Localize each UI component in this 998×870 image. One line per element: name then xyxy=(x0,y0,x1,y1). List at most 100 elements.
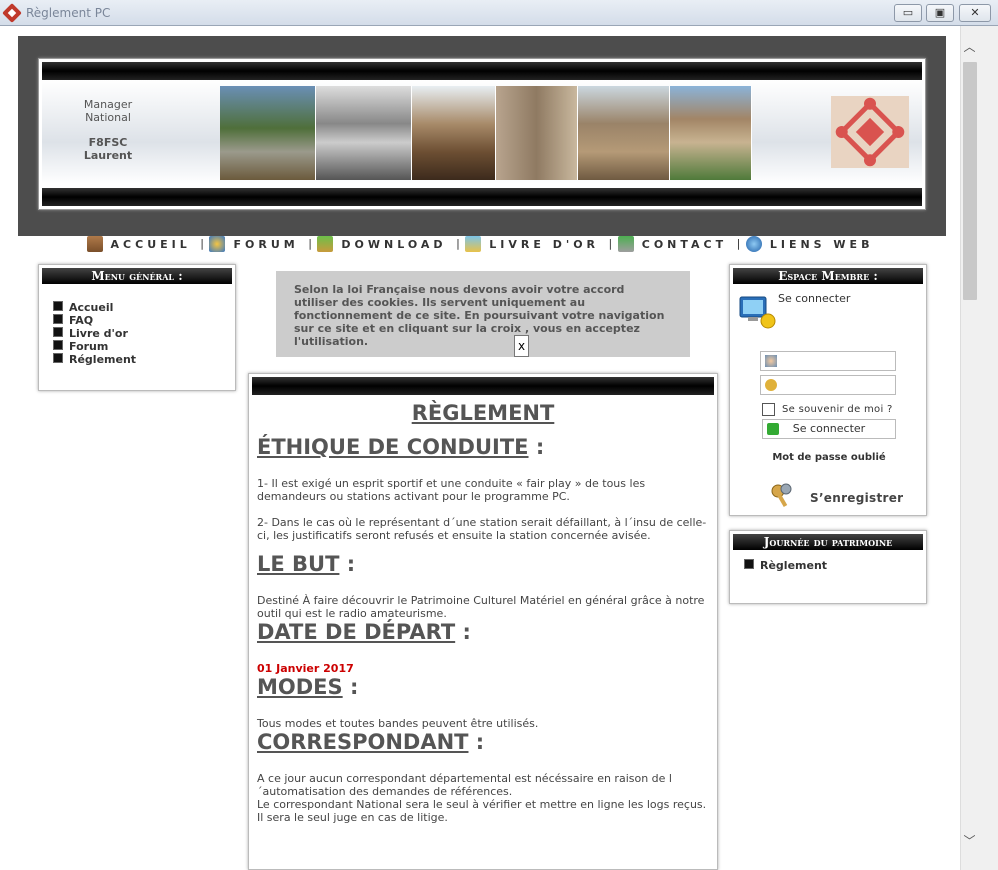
page-viewport: Manager National F8FSC Laurent ACCUEIL |… xyxy=(0,26,960,870)
menu-item-faq[interactable]: FAQ xyxy=(53,314,235,327)
scrollbar-thumb[interactable] xyxy=(963,62,977,300)
manager-name: Laurent xyxy=(83,149,133,162)
correspondant-title: CORRESPONDANT xyxy=(257,730,469,754)
photo-chateau xyxy=(316,86,412,180)
site-logo xyxy=(831,96,909,168)
window-titlebar: Règlement PC ▭ ▣ ✕ xyxy=(0,0,998,26)
window-title: Règlement PC xyxy=(26,6,111,20)
key-icon xyxy=(765,379,777,391)
left-menu-title: Menu général : xyxy=(42,268,232,284)
photo-tower xyxy=(496,86,578,180)
manager-line1: Manager xyxy=(83,98,133,111)
manager-line2: National xyxy=(85,111,131,124)
minimize-button[interactable]: ▭ xyxy=(894,4,922,22)
globe-icon xyxy=(745,236,762,252)
main-nav: ACCUEIL | FORUM | DOWNLOAD | LIVRE D'OR … xyxy=(18,236,946,264)
login-icon xyxy=(767,423,779,435)
nav-livre-label[interactable]: LIVRE D'OR xyxy=(489,238,599,251)
date-title: DATE DE DÉPART xyxy=(257,620,456,644)
section-date-heading: DATE DE DÉPART : xyxy=(257,620,709,644)
menu-item-reglement[interactable]: Réglement xyxy=(53,353,235,366)
nav-contact-label[interactable]: CONTACT xyxy=(642,238,727,251)
login-computer-icon xyxy=(739,296,776,329)
page-title: RÈGLEMENT xyxy=(411,401,555,425)
nav-item-livre-dor[interactable]: LIVRE D'OR xyxy=(465,236,606,252)
nav-item-forum[interactable]: FORUM xyxy=(209,236,306,252)
photo-clocher xyxy=(670,86,752,180)
scroll-down-arrow-icon[interactable]: ﹀ xyxy=(961,832,978,852)
users-icon xyxy=(209,236,226,252)
register-link[interactable]: S’enregistrer xyxy=(810,491,903,505)
download-icon xyxy=(317,236,334,252)
manager-label: Manager National xyxy=(80,98,136,124)
cookie-notice: Selon la loi Française nous devons avoir… xyxy=(276,271,690,357)
photo-halle xyxy=(412,86,496,180)
header-banner: Manager National F8FSC Laurent xyxy=(42,80,922,184)
register-keys-icon xyxy=(771,483,792,508)
section-correspondant-heading: CORRESPONDANT : xyxy=(257,730,709,754)
close-button[interactable]: ✕ xyxy=(959,4,991,22)
nav-forum-label[interactable]: FORUM xyxy=(233,238,298,251)
nav-item-contact[interactable]: CONTACT xyxy=(617,236,735,252)
nav-accueil-label[interactable]: ACCUEIL xyxy=(111,238,191,251)
member-title: Espace Membre : xyxy=(733,268,923,284)
correspondant-paragraph-2: Le correspondant National sera le seul à… xyxy=(257,798,707,811)
nav-liens-label[interactable]: LIENS WEB xyxy=(770,238,874,251)
patrimoine-panel: Journée du patrimoine Règlement xyxy=(729,530,927,604)
cookie-close-button[interactable]: x xyxy=(514,335,529,357)
header-top-bar xyxy=(42,62,922,80)
modes-colon: : xyxy=(349,675,359,699)
callsign: F8FSC xyxy=(88,136,128,149)
left-menu-list: Accueil FAQ Livre d'or Forum Réglement xyxy=(39,287,235,366)
ethique-colon: : xyxy=(535,435,545,459)
start-date: 01 Janvier 2017 xyxy=(257,662,354,675)
guestbook-icon xyxy=(465,236,482,252)
but-colon: : xyxy=(346,552,356,576)
header-photo-strip xyxy=(220,86,752,180)
section-modes-heading: MODES : xyxy=(257,675,709,699)
modes-title: MODES xyxy=(257,675,343,699)
forgot-password-link[interactable]: Mot de passe oublié xyxy=(730,452,928,463)
login-button[interactable]: Se connecter xyxy=(762,419,896,439)
app-icon xyxy=(2,3,22,23)
menu-item-livre-dor[interactable]: Livre d'or xyxy=(53,327,235,340)
content-top-bar xyxy=(252,377,714,395)
member-panel: Espace Membre : Se connecter Se souvenir… xyxy=(729,264,927,516)
login-prompt: Se connecter xyxy=(778,292,851,305)
photo-dolmen xyxy=(220,86,316,180)
vertical-scrollbar[interactable]: ︿ ﹀ xyxy=(960,26,998,870)
correspondant-paragraph-3: Il sera le seul juge en cas de litige. xyxy=(257,811,448,824)
ethique-paragraph-2: 2- Dans le cas où le représentant d´une … xyxy=(257,516,707,542)
site-header: Manager National F8FSC Laurent xyxy=(38,58,926,210)
patrimoine-list: Règlement xyxy=(730,553,926,572)
nav-item-accueil[interactable]: ACCUEIL xyxy=(86,236,199,252)
left-menu-panel: Menu général : Accueil FAQ Livre d'or Fo… xyxy=(38,264,236,391)
but-paragraph: Destiné À faire découvrir le Patrimoine … xyxy=(257,594,705,620)
patrimoine-title: Journée du patrimoine xyxy=(733,534,923,550)
nav-item-liens-web[interactable]: LIENS WEB xyxy=(745,236,878,252)
photo-lavoir xyxy=(578,86,670,180)
home-icon xyxy=(86,236,103,252)
nav-download-label[interactable]: DOWNLOAD xyxy=(341,238,446,251)
user-icon xyxy=(765,355,777,367)
password-field[interactable] xyxy=(760,375,896,395)
patrimoine-item-reglement[interactable]: Règlement xyxy=(744,559,926,572)
main-content: RÈGLEMENT ÉTHIQUE DE CONDUITE : 1- Il es… xyxy=(248,373,718,870)
correspondant-paragraph-1: A ce jour aucun correspondant départemen… xyxy=(257,772,672,798)
ethique-paragraph-1: 1- Il est exigé un esprit sportif et une… xyxy=(257,477,646,503)
maximize-button[interactable]: ▣ xyxy=(926,4,954,22)
menu-item-forum[interactable]: Forum xyxy=(53,340,235,353)
username-field[interactable] xyxy=(760,351,896,371)
callsign-block: F8FSC Laurent xyxy=(80,136,136,162)
menu-item-accueil[interactable]: Accueil xyxy=(53,301,235,314)
remember-me-checkbox[interactable] xyxy=(762,403,775,416)
ethique-title: ÉTHIQUE DE CONDUITE xyxy=(257,435,529,459)
section-but-heading: LE BUT : xyxy=(257,552,709,576)
mail-icon xyxy=(617,236,634,252)
correspondant-colon: : xyxy=(475,730,485,754)
scroll-up-arrow-icon[interactable]: ︿ xyxy=(961,38,978,58)
remember-me-label: Se souvenir de moi ? xyxy=(782,404,893,415)
modes-paragraph: Tous modes et toutes bandes peuvent être… xyxy=(257,717,539,730)
login-button-label: Se connecter xyxy=(792,422,866,435)
nav-item-download[interactable]: DOWNLOAD xyxy=(317,236,454,252)
